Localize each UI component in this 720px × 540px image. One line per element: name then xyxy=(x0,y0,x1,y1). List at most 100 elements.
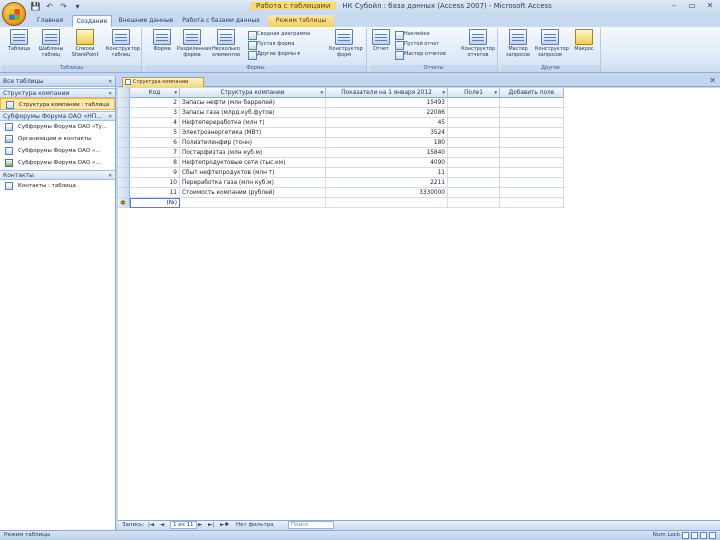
report-button[interactable]: Отчет xyxy=(370,29,392,63)
cell-add-field[interactable] xyxy=(500,168,564,178)
search-input[interactable]: Поиск xyxy=(288,521,334,529)
cell-field1[interactable] xyxy=(448,168,500,178)
cell-add-field[interactable] xyxy=(500,158,564,168)
nav-item-subforums-1[interactable]: Субфорумы Форума ОАО «Ту... xyxy=(0,121,115,133)
cell-indicator[interactable]: 180 xyxy=(326,138,448,148)
cell-indicator[interactable]: 4090 xyxy=(326,158,448,168)
multiple-items-button[interactable]: Несколько элементов xyxy=(211,29,241,63)
redo-icon[interactable]: ↷ xyxy=(58,2,69,12)
macro-button[interactable]: Макрос xyxy=(569,29,599,63)
prev-record-icon[interactable]: ◄ xyxy=(160,521,164,530)
column-header-field1[interactable]: Поле1 ▾ xyxy=(448,88,500,98)
cell-add-field[interactable] xyxy=(500,128,564,138)
office-button[interactable] xyxy=(2,2,26,26)
new-record-cell[interactable] xyxy=(500,198,564,208)
cell-indicator[interactable]: 45 xyxy=(326,118,448,128)
cell-structure[interactable]: Нефтепродуктовые сети (тыс.км) xyxy=(180,158,326,168)
tab-database-tools[interactable]: Работа с базами данных xyxy=(180,15,262,27)
cell-code[interactable]: 4 xyxy=(130,118,180,128)
column-header-code[interactable]: Код ▾ xyxy=(130,88,180,98)
table-templates-button[interactable]: Шаблоны таблиц xyxy=(36,29,66,63)
row-selector[interactable] xyxy=(118,118,130,128)
tab-datasheet[interactable]: Режим таблицы xyxy=(268,15,334,27)
cell-add-field[interactable] xyxy=(500,148,564,158)
cell-indicator[interactable]: 15493 xyxy=(326,98,448,108)
nav-group-subforums[interactable]: Субфорумы Форума ОАО «НП... « xyxy=(0,111,115,121)
cell-structure[interactable]: Сбыт нефтепродуктов (млн т) xyxy=(180,168,326,178)
nav-item-orgs-contacts[interactable]: Организации и контакты xyxy=(0,133,115,145)
maximize-icon[interactable]: ▭ xyxy=(686,1,698,11)
table-design-button[interactable]: Конструктор таблиц xyxy=(106,29,140,63)
form-button[interactable]: Форма xyxy=(147,29,177,63)
pivot-chart-view-icon[interactable] xyxy=(700,532,707,539)
undo-icon[interactable]: ↶ xyxy=(44,2,55,12)
new-record-cell[interactable] xyxy=(326,198,448,208)
form-design-button[interactable]: Конструктор форм xyxy=(329,29,363,63)
collapse-icon[interactable]: « xyxy=(108,89,112,98)
table-button[interactable]: Таблица xyxy=(4,29,34,63)
cell-field1[interactable] xyxy=(448,138,500,148)
tab-external-data[interactable]: Внешние данные xyxy=(116,15,176,27)
minimize-icon[interactable]: – xyxy=(668,1,680,11)
nav-item-subforums-2[interactable]: Субфорумы Форума ОАО «... xyxy=(0,145,115,157)
close-document-icon[interactable]: ✕ xyxy=(709,76,716,86)
cell-add-field[interactable] xyxy=(500,108,564,118)
pivot-chart-button[interactable]: Сводная диаграмма xyxy=(247,30,310,40)
new-record-cell[interactable] xyxy=(180,198,326,208)
filter-status[interactable]: Нет фильтра xyxy=(236,521,274,530)
cell-indicator[interactable]: 15840 xyxy=(326,148,448,158)
cell-field1[interactable] xyxy=(448,188,500,198)
new-record-cell[interactable] xyxy=(448,198,500,208)
cell-code[interactable]: 10 xyxy=(130,178,180,188)
collapse-icon[interactable]: « xyxy=(108,112,112,121)
cell-structure[interactable]: Постарфизтаз (млн куб.м) xyxy=(180,148,326,158)
nav-group-structure[interactable]: Структура компании « xyxy=(0,88,115,98)
more-forms-button[interactable]: Другие формы ▾ xyxy=(247,50,300,60)
row-selector[interactable] xyxy=(118,178,130,188)
cell-add-field[interactable] xyxy=(500,98,564,108)
current-record-field[interactable]: 1 из 11 xyxy=(170,521,197,529)
cell-add-field[interactable] xyxy=(500,188,564,198)
row-selector[interactable] xyxy=(118,138,130,148)
cell-code[interactable]: 5 xyxy=(130,128,180,138)
cell-code[interactable]: 9 xyxy=(130,168,180,178)
cell-indicator[interactable]: 2211 xyxy=(326,178,448,188)
cell-code[interactable]: 8 xyxy=(130,158,180,168)
last-record-icon[interactable]: ►| xyxy=(208,521,214,530)
query-design-button[interactable]: Конструктор запросов xyxy=(535,29,569,63)
datasheet-view-icon[interactable] xyxy=(682,532,689,539)
design-view-icon[interactable] xyxy=(709,532,716,539)
cell-field1[interactable] xyxy=(448,148,500,158)
row-selector[interactable] xyxy=(118,128,130,138)
cell-field1[interactable] xyxy=(448,128,500,138)
report-design-button[interactable]: Конструктор отчетов xyxy=(460,29,496,63)
cell-indicator[interactable]: 22086 xyxy=(326,108,448,118)
pivot-table-view-icon[interactable] xyxy=(691,532,698,539)
select-all-corner[interactable] xyxy=(118,88,130,98)
doc-tab-structure[interactable]: Структура компании xyxy=(122,77,204,87)
query-wizard-button[interactable]: Мастер запросов xyxy=(503,29,533,63)
cell-code[interactable]: 3 xyxy=(130,108,180,118)
cell-indicator[interactable]: 3330000 xyxy=(326,188,448,198)
cell-add-field[interactable] xyxy=(500,178,564,188)
labels-button[interactable]: Наклейки xyxy=(394,30,430,40)
new-record-icon[interactable]: ►✱ xyxy=(220,521,229,530)
cell-structure[interactable]: Полиэтиленфир (тонн) xyxy=(180,138,326,148)
cell-field1[interactable] xyxy=(448,98,500,108)
row-selector[interactable] xyxy=(118,148,130,158)
cell-add-field[interactable] xyxy=(500,138,564,148)
cell-field1[interactable] xyxy=(448,158,500,168)
cell-structure[interactable]: Нефтепереработка (млн т) xyxy=(180,118,326,128)
cell-structure[interactable]: Электроэнергетика (МВт) xyxy=(180,128,326,138)
save-icon[interactable]: 💾 xyxy=(30,2,41,12)
report-wizard-button[interactable]: Мастер отчетов xyxy=(394,50,446,60)
dropdown-arrow-icon[interactable]: ▾ xyxy=(494,88,497,97)
split-form-button[interactable]: Разделенная форма xyxy=(177,29,211,63)
cell-structure[interactable]: Переработка газа (млн куб.м) xyxy=(180,178,326,188)
dropdown-arrow-icon[interactable]: ▾ xyxy=(442,88,445,97)
blank-form-button[interactable]: Пустая форма xyxy=(247,40,294,50)
cell-indicator[interactable]: 11 xyxy=(326,168,448,178)
row-selector[interactable] xyxy=(118,158,130,168)
collapse-icon[interactable]: « xyxy=(108,171,112,180)
chevron-left-icon[interactable]: « xyxy=(108,76,112,87)
